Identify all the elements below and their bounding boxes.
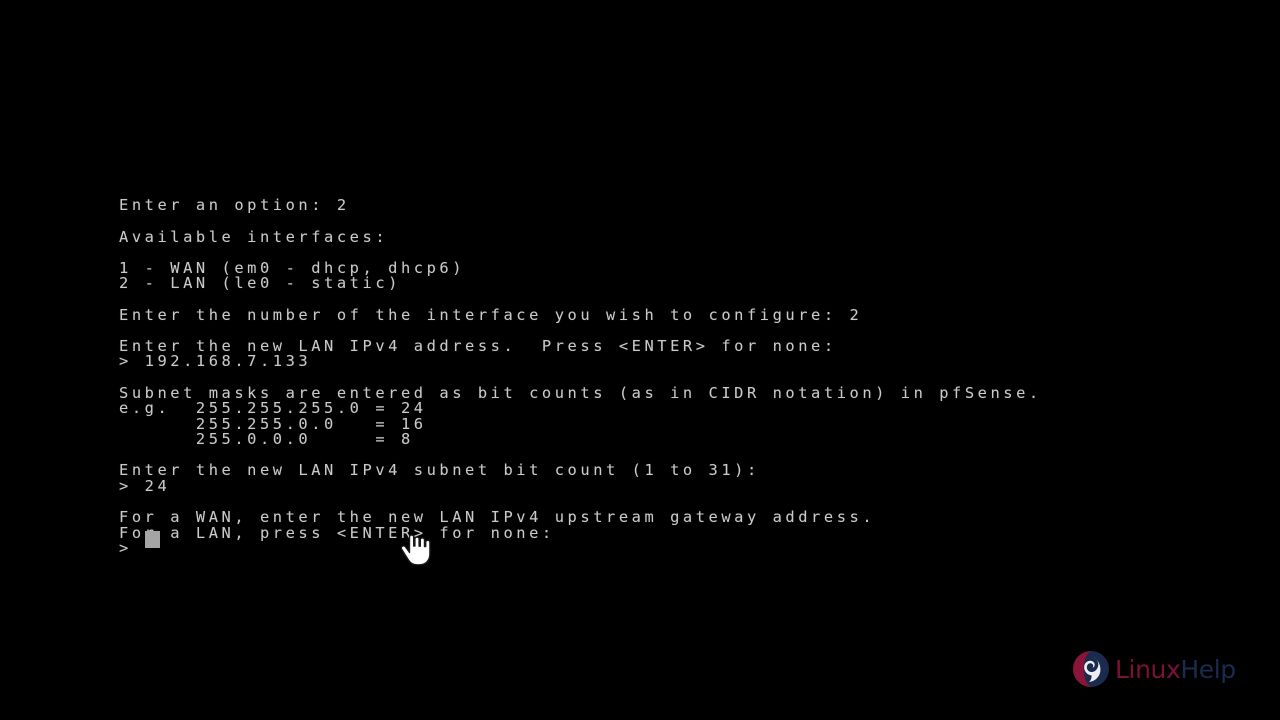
logo-word-help: Help xyxy=(1180,654,1236,684)
console-line-subnet-bits-prompt: Enter the new LAN IPv4 subnet bit count … xyxy=(119,461,760,480)
console-line-gateway-input[interactable]: > xyxy=(119,541,1042,557)
console-output-text: Enter an option: 2 Available interfaces: 1… xyxy=(119,198,1042,557)
linuxhelp-wordmark: LinuxHelp xyxy=(1115,657,1236,682)
logo-word-linux: Linux xyxy=(1115,654,1181,684)
linuxhelp-watermark: LinuxHelp xyxy=(1072,649,1248,689)
console-line-interface-prompt: Enter the number of the interface you wi… xyxy=(119,305,863,324)
console-line-available-interfaces: Available interfaces: xyxy=(119,227,389,246)
console-line-interface-lan: 2 - LAN (le0 - static) xyxy=(119,274,401,293)
console-line-subnet-example-8: 255.0.0.0 = 8 xyxy=(119,430,414,449)
linuxhelp-logo-icon xyxy=(1073,651,1109,687)
text-block-cursor xyxy=(145,531,160,548)
console-line-ipv4-address-input: > 192.168.7.133 xyxy=(119,352,312,371)
console-line: Enter an option: 2 xyxy=(119,196,350,215)
pfsense-console-screen[interactable]: Enter an option: 2 Available interfaces: 1… xyxy=(0,0,1280,720)
console-line-gateway-prompt-lan: For a LAN, press <ENTER> for none: xyxy=(119,523,555,542)
console-line-subnet-bits-input: > 24 xyxy=(119,477,171,496)
